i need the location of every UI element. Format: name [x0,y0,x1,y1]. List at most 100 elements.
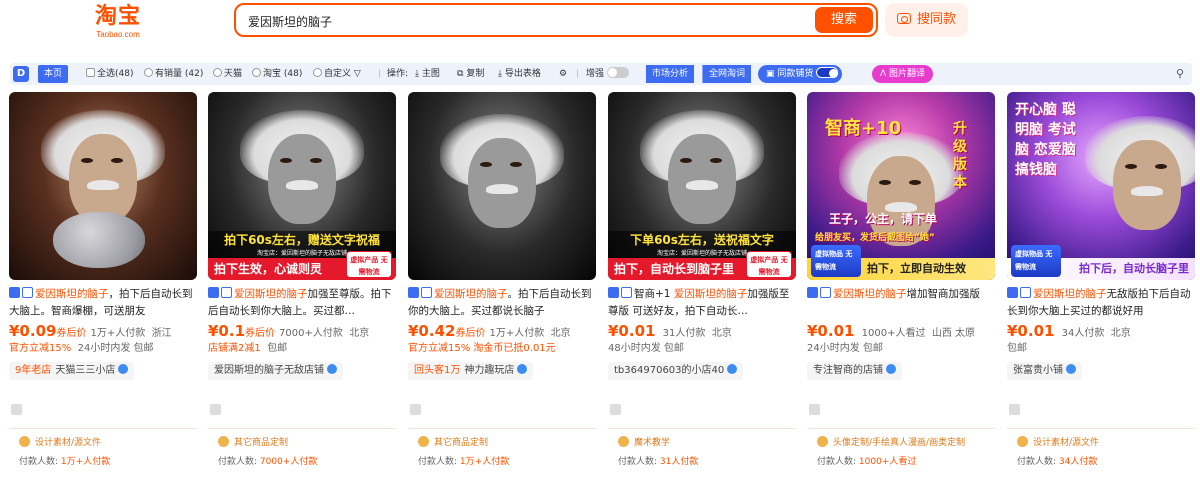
category-icon [218,436,229,447]
main-image-label: 主图 [421,69,440,79]
plugin-icon [208,287,219,298]
same-shop-toggle[interactable]: ▣ 同款铺货 [758,65,843,83]
placeholder-icon [809,404,820,415]
radio-icon [313,68,322,77]
product-image[interactable]: 下单60s左右，送祝福文字 淘宝店：爱因斯坦的脑子无敌店铺 拍下，自动长到脑子里… [608,92,796,280]
image-translate-button[interactable]: ᐱ 图片翻译 [872,65,934,83]
placeholder-icon [210,404,221,415]
taobao-logo[interactable]: 淘宝 Taobao.com [88,4,148,39]
enhance-toggle[interactable]: 增强 [586,63,629,85]
select-checkbox[interactable] [1020,287,1031,298]
shop-name[interactable]: tb364970603的小店40 [608,362,744,380]
divider [9,428,197,429]
location: 北京 [1110,328,1131,339]
filter-taobao[interactable]: 淘宝 (48) [252,63,302,85]
category[interactable]: 其它商品定制 [218,435,288,448]
shop-name[interactable]: 张富贵小铺 [1007,362,1082,380]
product-image[interactable]: 智商+10 升级版本 王子，公主，请下单 给朋友买，发货后截图给“她” 拍下，立… [807,92,995,280]
location: 北京 [550,328,571,339]
product-title[interactable]: 爱因斯坦的脑子。拍下后自动长到你的大脑上。买过都说长脑子 [408,286,596,320]
all-web-words-button[interactable]: 全网淘词 [702,65,752,83]
product-card[interactable]: 爱因斯坦的脑子，拍下后自动长到大脑上。智商爆棚，可送朋友 ¥0.09券后价 1万+… [9,92,199,477]
product-image[interactable]: 开心脑 聪明脑 考试脑 恋爱脑 搞钱脑 拍下后，自动长脑子里 虚拟物品 无需物流 [1007,92,1195,280]
divider [1007,428,1195,429]
same-style-button[interactable]: 搜同款 [885,3,968,37]
select-checkbox[interactable] [820,287,831,298]
select-checkbox[interactable] [22,287,33,298]
product-card[interactable]: 开心脑 聪明脑 考试脑 恋爱脑 搞钱脑 拍下后，自动长脑子里 虚拟物品 无需物流… [1007,92,1197,477]
product-card[interactable]: 拍下60s左右，赠送文字祝福 淘宝店：爱因斯坦的脑子无敌店铺 拍下生效，心诚则灵… [208,92,398,477]
promo-line: 包邮 [1007,343,1027,354]
search-input[interactable]: 爱因斯坦的脑子 [248,13,332,30]
tmall-label: 天猫 [224,69,243,79]
select-all-checkbox[interactable]: 全选(48) [86,63,133,85]
divider [807,428,995,429]
product-title[interactable]: 爱因斯坦的脑子增加智商加强版 [807,286,995,320]
image-banner: 拍下60s左右，赠送文字祝福 [208,231,396,249]
portrait [240,110,364,232]
product-card[interactable]: 爱因斯坦的脑子。拍下后自动长到你的大脑上。买过都说长脑子 ¥0.42券后价 1万+… [408,92,598,477]
shop-name[interactable]: 9年老店 天猫三三小店 [9,362,135,380]
pin-icon[interactable]: ⚲ [1176,63,1184,85]
export-table-button[interactable]: ⤓ 导出表格 [498,63,541,85]
category-icon [19,436,30,447]
sales-count: 1万+人付款 [489,328,545,339]
plugin-icon [1007,287,1018,298]
promo-line: 官方立减15% 淘金币已抵0.01元 [408,343,556,354]
placeholder-icon [610,404,621,415]
portrait [440,114,564,236]
search-box[interactable]: 爱因斯坦的脑子 搜索 [234,3,878,37]
select-checkbox[interactable] [421,287,432,298]
download-icon: ⤓ [415,69,419,79]
category-icon [618,436,629,447]
shop-name[interactable]: 爱因斯坦的脑子无敌店铺 [208,362,343,380]
category[interactable]: 头像定制/手绘真人漫画/画类定制 [817,435,965,448]
select-checkbox[interactable] [221,287,232,298]
this-page-button[interactable]: 本页 [38,65,69,83]
filter-custom[interactable]: 自定义 ▽ [313,63,361,85]
category[interactable]: 其它商品定制 [418,435,488,448]
has-sales-label: 有销量 (42) [155,69,204,79]
price-line: ¥0.42券后价 1万+人付款 北京 [408,322,596,343]
shop-name[interactable]: 回头客1万 神力趣玩店 [408,362,534,380]
category[interactable]: 魔术教学 [618,435,670,448]
divider: | [576,69,580,79]
product-card[interactable]: 下单60s左右，送祝福文字 淘宝店：爱因斯坦的脑子无敌店铺 拍下，自动长到脑子里… [608,92,798,477]
product-image[interactable] [9,92,197,280]
header: 淘宝 Taobao.com 爱因斯坦的脑子 搜索 搜同款 [0,0,1200,56]
market-analysis-button[interactable]: 市场分析 [646,65,695,83]
product-image[interactable] [408,92,596,280]
settings-icon[interactable]: ⚙ [559,63,567,85]
main-image-button[interactable]: ⤓ 主图 [415,63,440,85]
product-title[interactable]: 智商+1 爱因斯坦的脑子加强版至尊版 可送好友，拍下自动长… [608,286,796,320]
placeholder-icon [410,404,421,415]
verified-icon [727,364,738,374]
price-line: ¥0.1券后价 7000+人付款 北京 [208,322,396,343]
category[interactable]: 设计素材/源文件 [1017,435,1099,448]
filter-has-sales[interactable]: 有销量 (42) [144,63,203,85]
location: 浙江 [151,328,172,339]
product-card[interactable]: 智商+10 升级版本 王子，公主，请下单 给朋友买，发货后截图给“她” 拍下，立… [807,92,997,477]
virtual-tag: 虚拟产品 无需物流 [346,251,392,278]
product-image[interactable]: 拍下60s左右，赠送文字祝福 淘宝店：爱因斯坦的脑子无敌店铺 拍下生效，心诚则灵… [208,92,396,280]
select-checkbox[interactable] [621,287,632,298]
copy-button[interactable]: ⧉ 复制 [457,63,484,85]
plugin-logo-icon[interactable]: D [13,66,29,82]
shop-name[interactable]: 专注智商的店铺 [807,362,902,380]
product-title[interactable]: 爱因斯坦的脑子，拍下后自动长到大脑上。智商爆棚，可送朋友 [9,286,197,320]
divider [208,428,396,429]
virtual-tag: 虚拟物品 无需物流 [1011,245,1061,277]
price: ¥0.1 [208,322,246,340]
filter-tmall[interactable]: 天猫 [213,63,242,85]
image-mid-text-2: 给朋友买，发货后截图给“她” [815,233,935,243]
custom-label: 自定义 [324,69,352,79]
toggle-switch [816,67,839,78]
search-button[interactable]: 搜索 [815,7,873,33]
plugin-icon [807,287,818,298]
verified-icon [886,364,896,374]
category[interactable]: 设计素材/源文件 [19,435,101,448]
sales-count: 7000+人付款 [279,328,343,339]
product-title[interactable]: 爱因斯坦的脑子无敌版拍下后自动长到你大脑上买过的都说好用 [1007,286,1195,320]
product-title[interactable]: 爱因斯坦的脑子加强至尊版。拍下后自动长到你大脑上。买过都… [208,286,396,320]
plugin-toolbar: D 本页 全选(48) 有销量 (42) 天猫 淘宝 (48) 自定义 ▽ | … [10,63,1192,85]
